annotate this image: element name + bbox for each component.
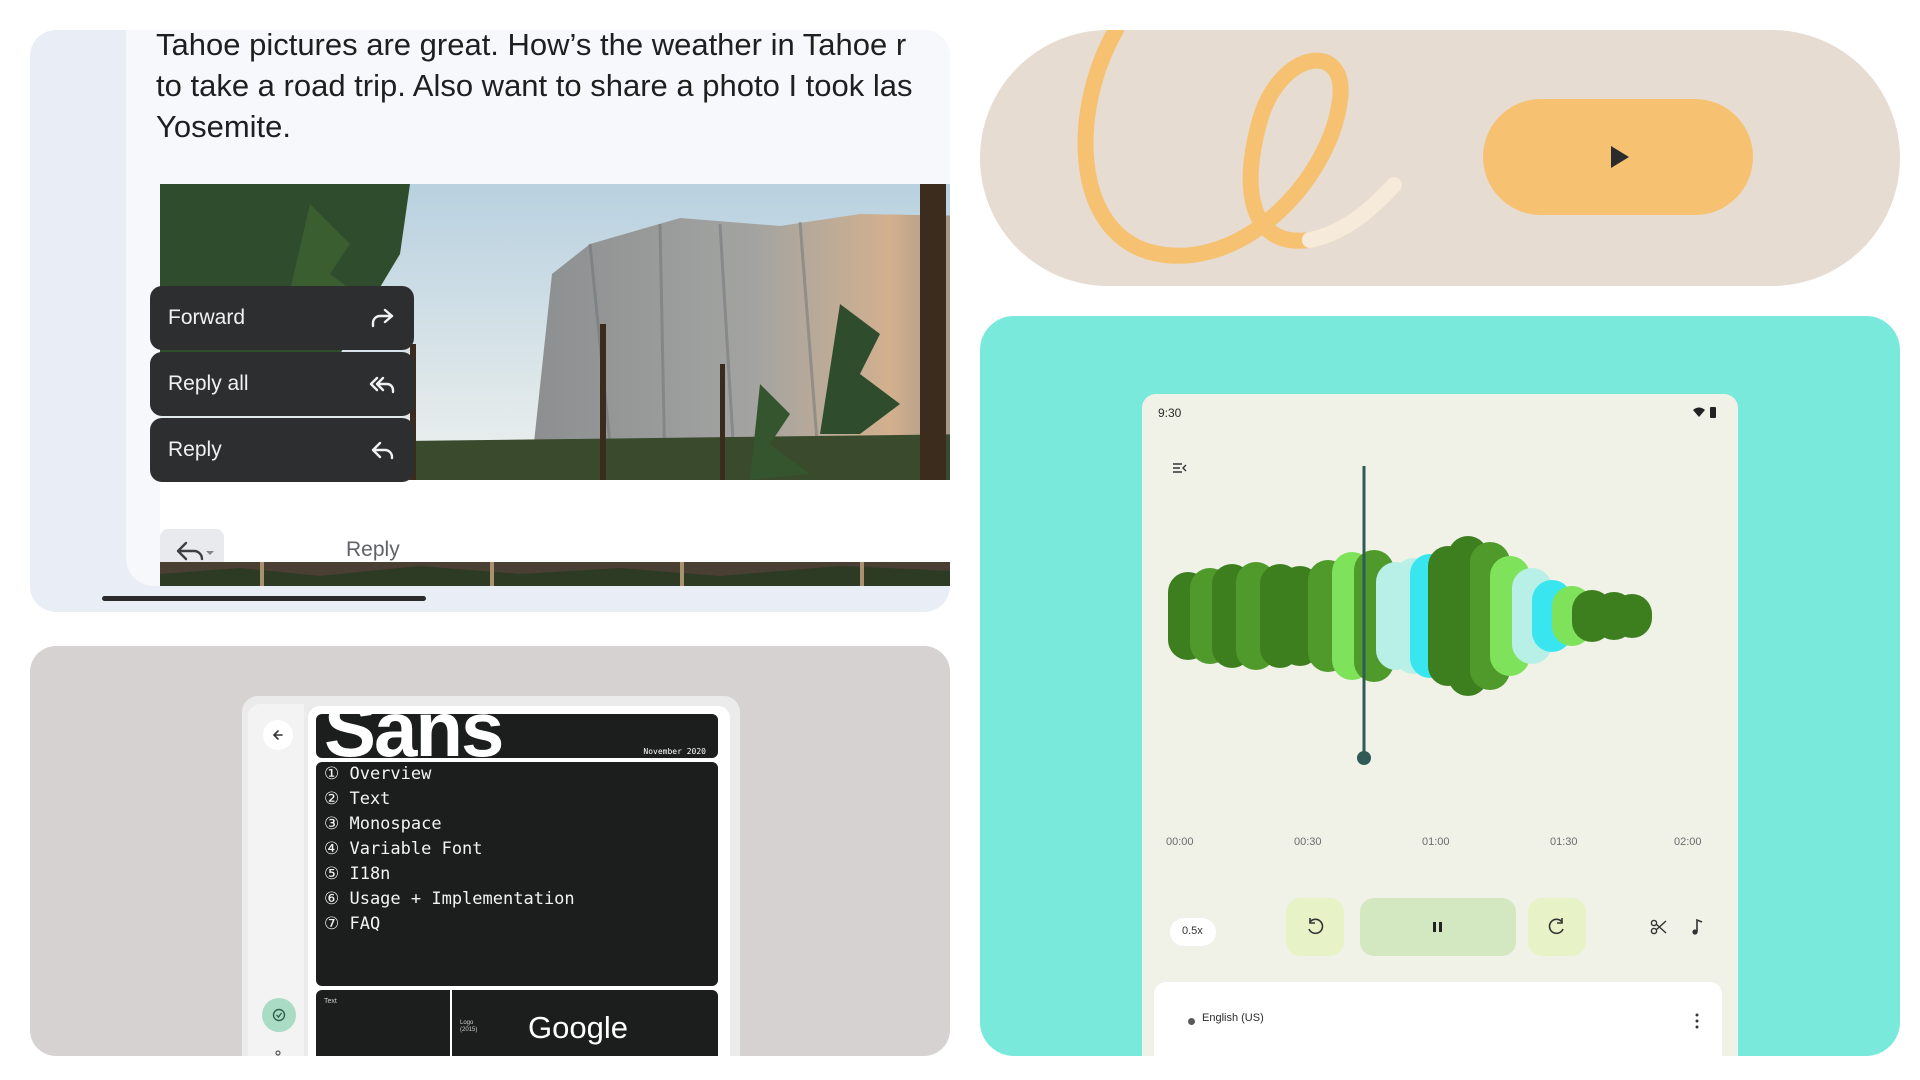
- font-header: Sans November 2020: [316, 714, 718, 758]
- font-document: Sans November 2020 ① Overview ② Text ③ M…: [308, 706, 730, 1056]
- playback-speed-button[interactable]: 0.5x: [1170, 918, 1216, 946]
- menu-item-label: Reply: [168, 438, 222, 461]
- reply-all-icon: [369, 376, 395, 394]
- play-button[interactable]: [1483, 99, 1753, 215]
- recorder-card: 9:30 00:00 00:30 01:00 01:30 02:00 0.5x: [980, 316, 1900, 1056]
- check-circle-icon: [272, 1008, 286, 1022]
- transcript-panel: English (US): [1154, 982, 1722, 1056]
- font-title: Sans: [324, 714, 504, 758]
- group-icon[interactable]: [270, 1049, 286, 1056]
- arrow-back-icon: [272, 730, 283, 740]
- email-body-line: Yosemite.: [156, 109, 291, 144]
- timeline-label: 01:30: [1550, 836, 1578, 848]
- wifi-icon: [1693, 407, 1705, 417]
- logo-tile-label-line: Logo: [460, 1020, 474, 1026]
- email-body: Tahoe pictures are great. How’s the weat…: [156, 30, 950, 147]
- menu-item-forward[interactable]: Forward: [150, 286, 414, 350]
- timeline-label: 00:00: [1166, 836, 1194, 848]
- toc-item[interactable]: ⑦ FAQ: [324, 914, 380, 934]
- text-tile-label: Text: [324, 998, 337, 1005]
- table-of-contents: ① Overview ② Text ③ Monospace ④ Variable…: [316, 762, 718, 986]
- text-tile[interactable]: Text: [316, 990, 450, 1056]
- google-logo-text: Google: [528, 1010, 628, 1045]
- status-icons: [1693, 407, 1716, 418]
- language-indicator-icon: [1188, 1018, 1195, 1025]
- play-icon: [1611, 146, 1629, 168]
- language-label[interactable]: English (US): [1202, 1012, 1264, 1024]
- navigation-rail: [248, 704, 304, 1056]
- player-card: [980, 30, 1900, 286]
- rail-item-check[interactable]: [262, 998, 296, 1032]
- timeline-label: 01:00: [1422, 836, 1450, 848]
- battery-icon: [1710, 407, 1716, 418]
- reply-placeholder[interactable]: Reply: [346, 538, 400, 562]
- rewind-button[interactable]: [1286, 898, 1344, 956]
- reply-bar: [160, 480, 950, 562]
- email-body-line: Tahoe pictures are great. How’s the weat…: [156, 30, 907, 62]
- logo-tile[interactable]: Logo (2015) Google: [452, 990, 718, 1056]
- menu-item-reply-all[interactable]: Reply all: [150, 352, 414, 416]
- toc-item[interactable]: ⑤ I18n: [324, 864, 390, 884]
- back-button[interactable]: [263, 720, 293, 750]
- more-vert-icon[interactable]: [1694, 1012, 1700, 1030]
- pause-icon: [1433, 922, 1442, 932]
- music-note-icon[interactable]: [1690, 918, 1704, 936]
- logo-tile-label-line: (2015): [460, 1027, 478, 1033]
- scissors-icon[interactable]: [1650, 918, 1668, 936]
- tablet-frame: Sans November 2020 ① Overview ② Text ③ M…: [242, 696, 740, 1056]
- timeline-label: 02:00: [1674, 836, 1702, 848]
- menu-item-reply[interactable]: Reply: [150, 418, 414, 482]
- attached-photo-bottom: [160, 562, 950, 586]
- playback-speed-label: 0.5x: [1182, 925, 1203, 937]
- toc-item[interactable]: ⑥ Usage + Implementation: [324, 889, 575, 909]
- reply-icon: [176, 541, 204, 561]
- toc-item[interactable]: ③ Monospace: [324, 814, 442, 834]
- menu-item-label: Forward: [168, 306, 246, 329]
- toc-item[interactable]: ② Text: [324, 789, 390, 809]
- toc-item[interactable]: ④ Variable Font: [324, 839, 483, 859]
- playhead-handle[interactable]: [1357, 751, 1371, 765]
- logo-tile-label: Logo (2015): [460, 1020, 477, 1034]
- scroll-indicator[interactable]: [102, 596, 426, 601]
- waveform-bar: [1612, 594, 1652, 638]
- fast-forward-button[interactable]: [1528, 898, 1586, 956]
- squiggle-decoration: [1077, 30, 1402, 264]
- chevron-down-icon: [206, 551, 214, 555]
- status-time: 9:30: [1158, 406, 1182, 420]
- waveform[interactable]: [1168, 466, 1714, 766]
- forward-icon: [371, 308, 394, 328]
- email-card: Tahoe pictures are great. How’s the weat…: [30, 30, 950, 612]
- reply-icon: [371, 441, 394, 460]
- pause-button[interactable]: [1360, 898, 1516, 956]
- email-body-line: to take a road trip. Also want to share …: [156, 68, 913, 103]
- timeline-label: 00:30: [1294, 836, 1322, 848]
- toc-item[interactable]: ① Overview: [324, 764, 431, 784]
- replay-icon: [1308, 918, 1324, 935]
- forward-skip-icon: [1548, 918, 1564, 935]
- menu-item-label: Reply all: [168, 372, 249, 395]
- font-card: Sans November 2020 ① Overview ② Text ③ M…: [30, 646, 950, 1056]
- font-date: November 2020: [643, 747, 706, 756]
- recorder-tablet: 9:30 00:00 00:30 01:00 01:30 02:00 0.5x: [1142, 394, 1738, 1056]
